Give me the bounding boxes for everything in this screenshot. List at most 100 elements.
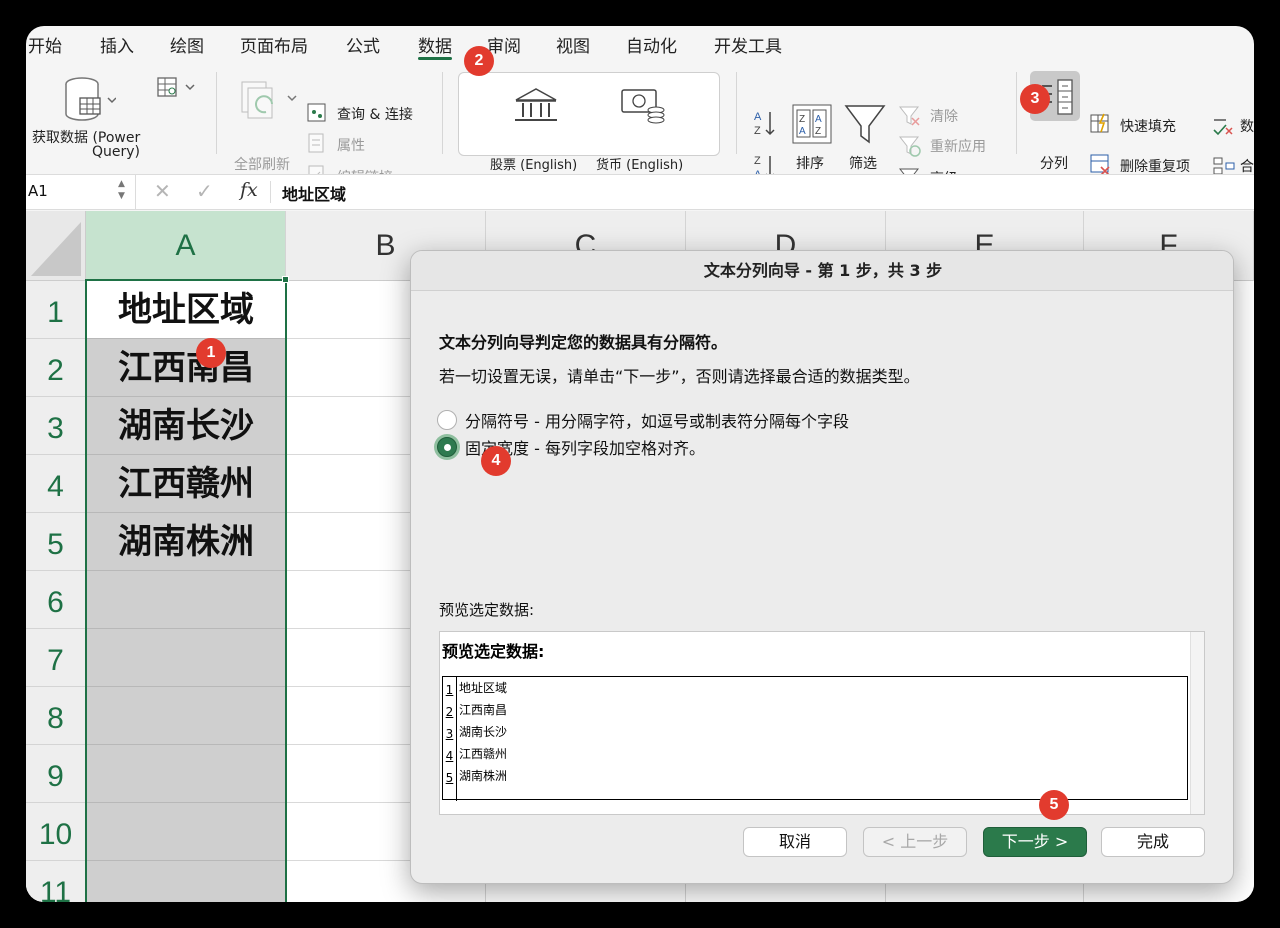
radio-fixed-width[interactable] — [437, 437, 457, 457]
svg-text:A: A — [815, 114, 822, 125]
select-all-corner[interactable] — [26, 211, 86, 281]
tab-developer[interactable]: 开发工具 — [714, 32, 782, 57]
queries-connections-icon[interactable] — [306, 102, 328, 124]
dialog-title: 文本分列向导 - 第 1 步，共 3 步 — [411, 251, 1233, 291]
cell-a11[interactable] — [86, 861, 286, 902]
name-box-stepper-icon[interactable]: ▲ ▼ — [118, 178, 125, 202]
row-header-10[interactable]: 10 — [26, 803, 86, 861]
preview-row-number: 5 — [443, 765, 457, 787]
row-header-8[interactable]: 8 — [26, 687, 86, 745]
filter-label[interactable]: 筛选 — [849, 153, 877, 173]
cell-a8[interactable] — [86, 687, 286, 745]
cell-a10[interactable] — [86, 803, 286, 861]
data-validation-label[interactable]: 数 — [1240, 116, 1254, 136]
sort-label[interactable]: 排序 — [796, 153, 824, 173]
row-header-7[interactable]: 7 — [26, 629, 86, 687]
cell-a3[interactable]: 湖南长沙 — [86, 397, 286, 455]
preview-scrollbar[interactable] — [1190, 632, 1204, 814]
text-to-columns-label[interactable]: 分列 — [1040, 153, 1068, 173]
row-header-5[interactable]: 5 — [26, 513, 86, 571]
text-to-columns-dialog: 文本分列向导 - 第 1 步，共 3 步 文本分列向导判定您的数据具有分隔符。 … — [410, 250, 1234, 884]
stocks-bank-icon[interactable] — [512, 86, 560, 126]
refresh-all-icon[interactable] — [238, 78, 298, 124]
ribbon-separator — [1016, 72, 1017, 154]
tab-automate[interactable]: 自动化 — [626, 32, 677, 57]
tab-home[interactable]: 开始 — [28, 32, 62, 57]
back-button[interactable]: < 上一步 — [863, 827, 967, 857]
option-delimited-label: 分隔符号 - 用分隔字符，如逗号或制表符分隔每个字段 — [465, 412, 849, 431]
cancel-button[interactable]: 取消 — [743, 827, 847, 857]
insert-function-icon[interactable]: fx — [240, 179, 258, 201]
remove-duplicates-label[interactable]: 删除重复项 — [1120, 156, 1190, 176]
get-data-label-2[interactable]: Query) — [92, 144, 140, 160]
tab-formulas[interactable]: 公式 — [346, 32, 380, 57]
cell-a6[interactable] — [86, 571, 286, 629]
formula-input[interactable]: 地址区域 — [282, 181, 346, 205]
filter-funnel-icon[interactable] — [844, 104, 886, 146]
cell-a5[interactable]: 湖南株洲 — [86, 513, 286, 571]
queries-connections-label[interactable]: 查询 & 连接 — [337, 104, 413, 124]
clear-label[interactable]: 清除 — [930, 106, 958, 126]
cell-a9[interactable] — [86, 745, 286, 803]
preview-row-number: 2 — [443, 699, 457, 721]
preview-row-text: 地址区域 — [459, 681, 508, 695]
ribbon-tabs: 开始 插入 绘图 页面布局 公式 数据 审阅 视图 自动化 开发工具 — [26, 26, 1254, 64]
row-header-1[interactable]: 1 — [26, 281, 86, 339]
step-badge-5: 5 — [1039, 790, 1069, 820]
tab-page-layout[interactable]: 页面布局 — [240, 32, 308, 57]
svg-text:Z: Z — [799, 114, 805, 125]
finish-button[interactable]: 完成 — [1101, 827, 1205, 857]
row-header-4[interactable]: 4 — [26, 455, 86, 513]
sort-icon[interactable]: Z A A Z — [792, 104, 832, 144]
row-header-9[interactable]: 9 — [26, 745, 86, 803]
cell-a4[interactable]: 江西赣州 — [86, 455, 286, 513]
name-box[interactable]: A1 ▲ ▼ — [26, 175, 136, 209]
stocks-label[interactable]: 股票 (English) — [490, 154, 577, 173]
option-fixed-width[interactable]: 固定宽度 - 每列字段加空格对齐。 — [437, 435, 705, 459]
reapply-label[interactable]: 重新应用 — [930, 136, 986, 156]
formula-divider — [270, 181, 271, 203]
excel-window: 开始 插入 绘图 页面布局 公式 数据 审阅 视图 自动化 开发工具 获取数据 … — [26, 26, 1254, 902]
currencies-icon[interactable] — [618, 84, 668, 124]
column-header-a[interactable]: A — [86, 211, 286, 281]
sort-ascending-icon[interactable]: A Z — [752, 108, 780, 138]
flash-fill-icon[interactable] — [1088, 112, 1112, 136]
row-header-6[interactable]: 6 — [26, 571, 86, 629]
preview-box[interactable]: 预览选定数据: 1 地址区域 2 江西南昌 3 湖南长沙 4 江西赣州 5 湖南… — [439, 631, 1205, 815]
cancel-entry-icon[interactable]: ✕ — [154, 179, 171, 203]
data-types-gallery — [458, 72, 720, 156]
tab-draw[interactable]: 绘图 — [170, 32, 204, 57]
tab-data[interactable]: 数据 — [418, 32, 452, 57]
row-header-3[interactable]: 3 — [26, 397, 86, 455]
preview-row-text: 江西南昌 — [459, 703, 508, 717]
cell-a1[interactable]: 地址区域 — [86, 281, 286, 339]
row-header-11[interactable]: 11 — [26, 861, 86, 902]
table-from-range-icon[interactable] — [156, 76, 202, 102]
properties-label[interactable]: 属性 — [337, 135, 365, 155]
option-delimited[interactable]: 分隔符号 - 用分隔字符，如逗号或制表符分隔每个字段 — [437, 408, 849, 432]
radio-delimited[interactable] — [437, 410, 457, 430]
data-validation-icon[interactable] — [1212, 114, 1236, 138]
fill-handle[interactable] — [282, 276, 289, 283]
tab-view[interactable]: 视图 — [556, 32, 590, 57]
row-header-2[interactable]: 2 — [26, 339, 86, 397]
step-badge-3: 3 — [1020, 84, 1050, 114]
cell-a7[interactable] — [86, 629, 286, 687]
tab-insert[interactable]: 插入 — [100, 32, 134, 57]
preview-row-text: 江西赣州 — [459, 747, 508, 761]
reapply-icon[interactable] — [898, 134, 922, 158]
confirm-entry-icon[interactable]: ✓ — [196, 179, 213, 203]
cell-a2[interactable]: 江西南昌 — [86, 339, 286, 397]
preview-row: 5 湖南株洲 — [443, 765, 1189, 787]
currencies-label[interactable]: 货币 (English) — [596, 154, 683, 173]
ribbon-separator — [736, 72, 737, 154]
refresh-all-label[interactable]: 全部刷新 — [234, 154, 290, 174]
next-button[interactable]: 下一步 > — [983, 827, 1087, 857]
ribbon-separator — [216, 72, 217, 154]
properties-icon[interactable] — [306, 132, 328, 154]
preview-row-number: 4 — [443, 743, 457, 765]
database-icon[interactable] — [62, 76, 116, 122]
flash-fill-label[interactable]: 快速填充 — [1120, 116, 1176, 136]
clear-filter-icon[interactable] — [898, 104, 922, 128]
consolidate-label[interactable]: 合 — [1240, 156, 1254, 176]
